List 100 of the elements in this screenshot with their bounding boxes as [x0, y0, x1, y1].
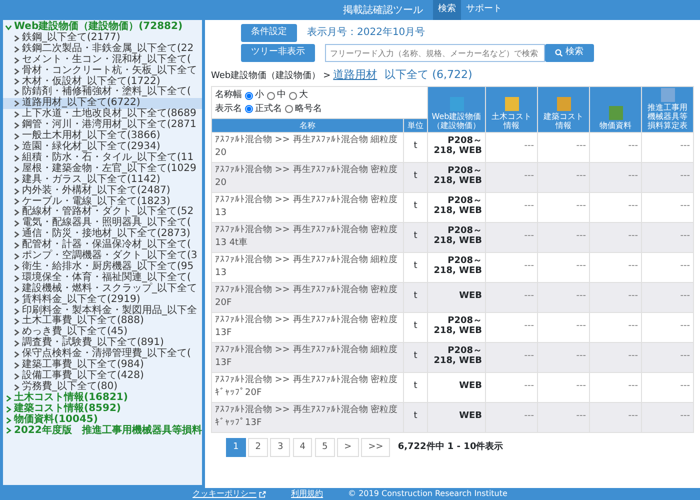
- book-cover-icon: [660, 88, 674, 102]
- table-cell: ---: [590, 342, 642, 372]
- column-header: 建築コスト情報: [538, 86, 590, 132]
- column-header: 土木コスト情報: [486, 86, 538, 132]
- tree-item[interactable]: 環境保全・体育・福祉関連_以下全て(: [3, 272, 202, 284]
- breadcrumb-item[interactable]: Web建設物価（建設物価）: [211, 70, 321, 84]
- tree-item[interactable]: 一般土木用材_以下全て(3866): [3, 131, 202, 142]
- tree-item[interactable]: 労務費_以下全て(80): [3, 382, 202, 393]
- table-cell: ｱｽﾌｧﾙﾄ混合物 >> 再生ｱｽﾌｧﾙﾄ混合物 密粒度20: [212, 162, 404, 192]
- page-button[interactable]: 4: [292, 438, 312, 458]
- table-cell: ---: [590, 372, 642, 402]
- table-cell: ---: [486, 312, 538, 342]
- search-field[interactable]: フリーワード入力（名称、規格、メーカー名など）で検索: [325, 44, 545, 62]
- tree-item[interactable]: 建築工事費_以下全て(984): [3, 360, 202, 371]
- tree-item[interactable]: 屋根・建築金物・左官_以下全て(1029: [3, 164, 202, 175]
- table-cell: ---: [642, 132, 694, 162]
- radio-button[interactable]: [284, 105, 292, 114]
- table-cell: ---: [486, 282, 538, 312]
- table-cell: ---: [486, 132, 538, 162]
- page-button[interactable]: 5: [314, 438, 335, 458]
- tree-item[interactable]: 賃料料金_以下全て(2919): [3, 294, 202, 306]
- tree-item[interactable]: 建具・ガラス_以下全て(1142): [3, 174, 202, 186]
- tree-item[interactable]: 設備工事費_以下全て(428): [3, 371, 202, 382]
- radio-label: 小: [255, 89, 264, 102]
- filter-label: 名称幅: [215, 89, 242, 102]
- page-button[interactable]: >: [337, 438, 359, 458]
- table-cell: ---: [538, 132, 590, 162]
- table-cell: ---: [538, 342, 590, 372]
- breadcrumb-link[interactable]: 道路用材: [333, 67, 378, 84]
- tree-item[interactable]: 内外装・外構材_以下全て(2487): [3, 186, 202, 196]
- table-cell: ｱｽﾌｧﾙﾄ混合物 >> 再生ｱｽﾌｧﾙﾄ混合物 細粒度20: [212, 132, 404, 162]
- table-cell: t: [404, 252, 428, 282]
- table-cell: ---: [538, 222, 590, 252]
- page-button[interactable]: 2: [248, 438, 268, 458]
- table-cell: ｱｽﾌｧﾙﾄ混合物 >> 再生ｱｽﾌｧﾙﾄ混合物 密粒度20F: [212, 282, 404, 312]
- radio-label: 正式名: [255, 102, 282, 116]
- tree-item[interactable]: 建設機械・燃料・スクラップ_以下全て: [3, 284, 202, 295]
- tree-item[interactable]: 2022年度版 推進工事用機械器具等損料: [3, 426, 202, 436]
- column-header: 推進工事用機械器具等損料算定表: [642, 86, 694, 132]
- tree-item[interactable]: 鉄鋼二次製品・非鉄金属_以下全て(22: [3, 44, 202, 55]
- table-cell: ｱｽﾌｧﾙﾄ混合物 >> 再生ｱｽﾌｧﾙﾄ混合物 細粒度13F: [212, 342, 404, 372]
- tree-item[interactable]: ポンプ・空調機器・ダクト_以下全て(3: [3, 251, 202, 262]
- table-cell: P208～218, WEB: [428, 192, 486, 222]
- tree-item[interactable]: 建築コスト情報(8592): [3, 404, 202, 415]
- radio-label: 中: [277, 89, 286, 102]
- page-button[interactable]: >>: [361, 438, 390, 458]
- tree-item[interactable]: 衛生・給排水・厨房機器_以下全て(95: [3, 262, 202, 273]
- table-cell: WEB: [428, 372, 486, 402]
- app-title: 掲載誌確認ツール: [343, 4, 423, 18]
- table-cell: P208～218, WEB: [428, 132, 486, 162]
- table-cell: ---: [642, 192, 694, 222]
- table-cell: ---: [486, 402, 538, 432]
- table-cell: ---: [642, 372, 694, 402]
- table-cell: ---: [590, 222, 642, 252]
- column-header: 物価資料: [590, 86, 642, 132]
- table-cell: ---: [486, 162, 538, 192]
- table-cell: t: [404, 162, 428, 192]
- nav-tab[interactable]: 検索: [433, 0, 461, 20]
- table-cell: ---: [486, 192, 538, 222]
- column-header: Web建設物価（建設物価）: [428, 86, 486, 132]
- table-cell: t: [404, 312, 428, 342]
- table-cell: ---: [590, 132, 642, 162]
- radio-label: 大: [299, 89, 308, 102]
- table-cell: WEB: [428, 402, 486, 432]
- table-cell: ---: [538, 162, 590, 192]
- table-cell: P208～218, WEB: [428, 222, 486, 252]
- table-cell: t: [404, 192, 428, 222]
- tree-item[interactable]: 組積・防水・石・タイル_以下全て(11: [3, 152, 202, 164]
- table-cell: P208～218, WEB: [428, 342, 486, 372]
- tree-item[interactable]: 骨材・コンクリート杭・矢板_以下全て: [3, 66, 202, 77]
- radio-button[interactable]: [244, 105, 252, 114]
- table-cell: t: [404, 372, 428, 402]
- copyright-text: © 2019 Construction Research Institute: [348, 488, 508, 500]
- table-cell: ---: [642, 282, 694, 312]
- breadcrumb-scope: 以下全て (6,722): [384, 67, 472, 83]
- table-cell: ---: [590, 402, 642, 432]
- caret-down-icon[interactable]: [5, 24, 12, 31]
- tree-item[interactable]: Web建設物価（建設物価）(72882): [3, 22, 202, 33]
- radio-button[interactable]: [288, 92, 296, 100]
- table-cell: ---: [486, 342, 538, 372]
- book-cover-icon: [608, 106, 622, 120]
- table-cell: ---: [486, 222, 538, 252]
- table-cell: WEB: [428, 282, 486, 312]
- page-button[interactable]: 3: [270, 438, 290, 458]
- table-cell: ---: [538, 252, 590, 282]
- table-cell: ---: [486, 372, 538, 402]
- search-icon: [555, 49, 563, 57]
- table-cell: t: [404, 282, 428, 312]
- table-cell: ---: [642, 312, 694, 342]
- radio-button[interactable]: [266, 92, 274, 100]
- tree-item[interactable]: 土木コスト情報(16821): [3, 392, 202, 404]
- column-header: 名称: [212, 118, 404, 132]
- radio-button[interactable]: [244, 92, 252, 100]
- table-cell: ---: [642, 162, 694, 192]
- filter-label: 表示名: [215, 102, 242, 116]
- radio-label: 略号名: [295, 102, 322, 116]
- table-cell: ｱｽﾌｧﾙﾄ混合物 >> 再生ｱｽﾌｧﾙﾄ混合物 密粒度ｷﾞｬｯﾌﾟ13F: [212, 402, 404, 432]
- tree-item[interactable]: 造園・緑化材_以下全て(2934): [3, 142, 202, 153]
- tree-item[interactable]: セメント・生コン・混和材_以下全て(: [3, 54, 202, 66]
- tree-item[interactable]: 鉄鋼_以下全て(2177): [3, 32, 202, 44]
